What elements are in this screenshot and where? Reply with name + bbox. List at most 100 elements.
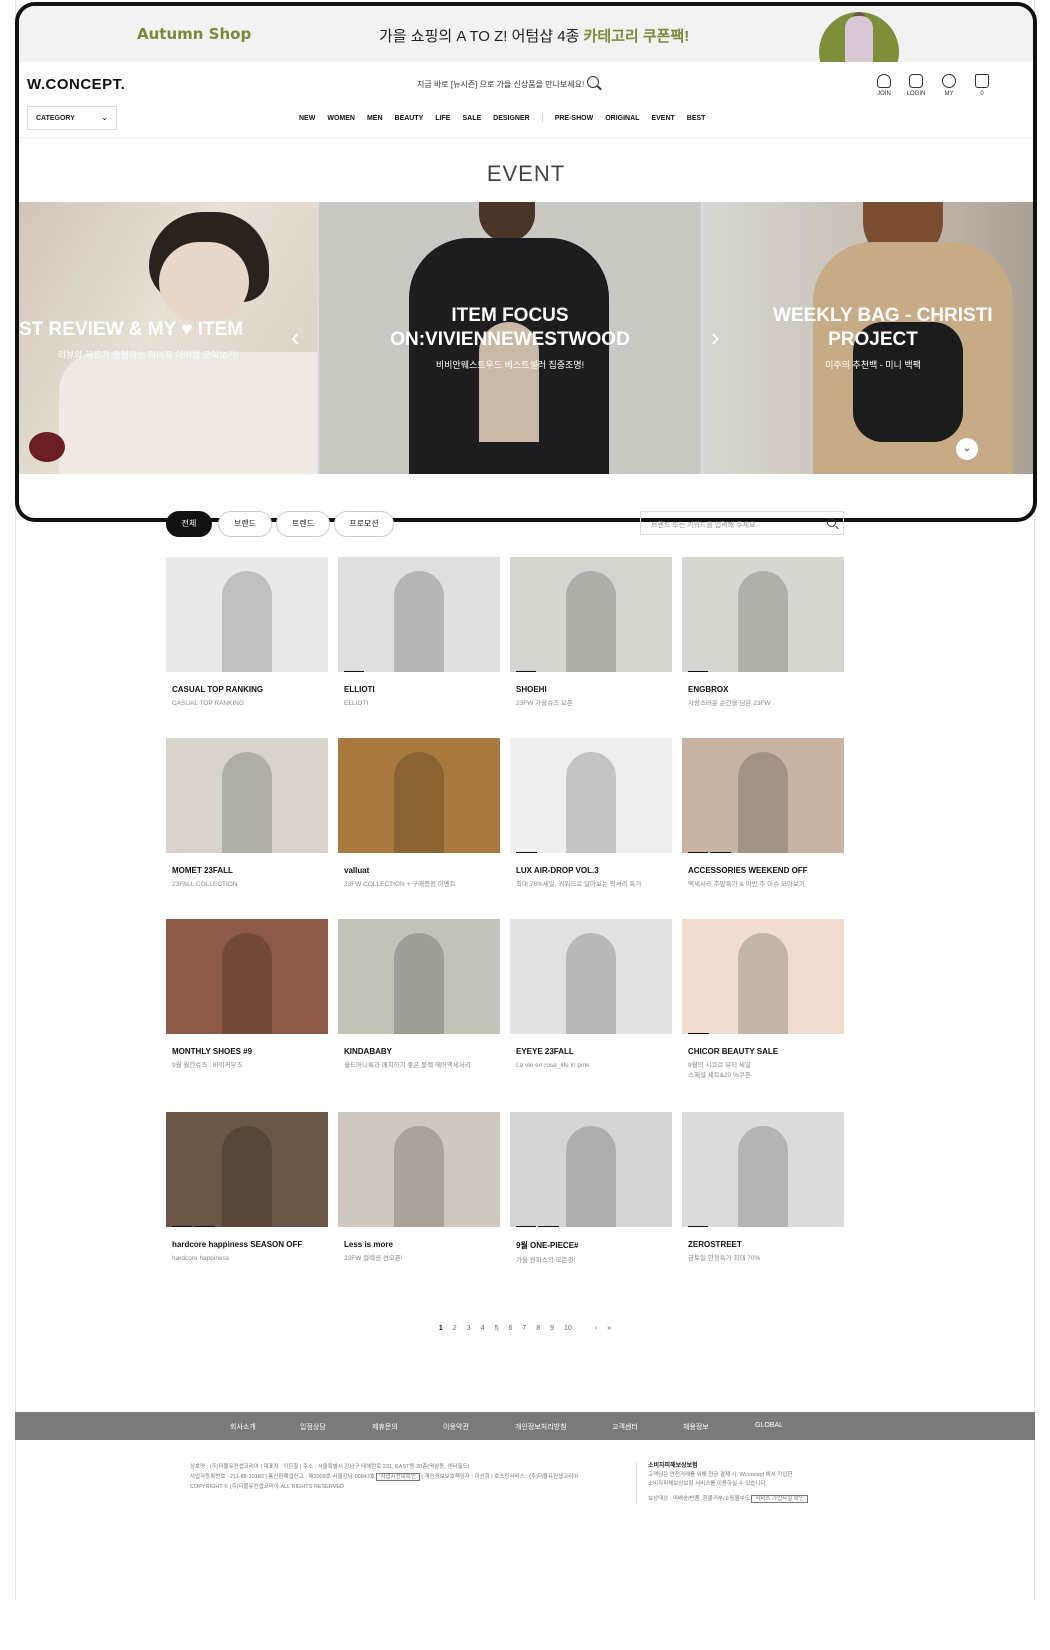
event-card-image[interactable] bbox=[338, 738, 500, 853]
event-card[interactable]: NEWSALE hardcore happiness SEASON OFF hard… bbox=[166, 1112, 328, 1264]
event-card-image[interactable] bbox=[166, 919, 328, 1034]
event-card[interactable]: SALE CHICOR BEAUTY SALE 9월의 시코르 뷰티 세일스페셜 세… bbox=[682, 919, 844, 1081]
event-card-image[interactable] bbox=[166, 738, 328, 853]
event-card-image[interactable]: NEW bbox=[338, 557, 500, 672]
event-card[interactable]: NEW SHOEHI 23FW 가을슈즈 오픈 bbox=[510, 557, 672, 709]
page-link[interactable]: 9 bbox=[550, 1325, 554, 1332]
header-search[interactable]: 지금 바로 [뉴시즌] 으로 가을 신상품을 만나보세요! bbox=[409, 73, 609, 95]
page-link[interactable]: 8 bbox=[536, 1325, 540, 1332]
nav-women[interactable]: WOMEN bbox=[327, 115, 355, 122]
event-card-title[interactable]: MONTHLY SHOES #9 bbox=[172, 1047, 328, 1056]
business-info-button[interactable]: 사업자정보확인 bbox=[376, 1473, 420, 1481]
page-link[interactable]: 6 bbox=[508, 1325, 512, 1332]
nav-beauty[interactable]: BEAUTY bbox=[395, 115, 424, 122]
footer-nav-link[interactable]: 회사소개 bbox=[230, 1422, 256, 1432]
event-card[interactable]: CASUAL TOP RANKING CASUAL TOP RANKING bbox=[166, 557, 328, 709]
join-button[interactable]: JOIN bbox=[869, 74, 899, 97]
last-page-icon[interactable]: » bbox=[607, 1325, 611, 1332]
search-icon[interactable] bbox=[587, 76, 599, 88]
event-card[interactable]: KINDABABY 울드머니룩과 매치하기 좋은 블랙 헤어액세서리 bbox=[338, 919, 500, 1071]
category-dropdown[interactable]: CATEGORY ⌄ bbox=[27, 106, 117, 130]
event-card-title[interactable]: CASUAL TOP RANKING bbox=[172, 685, 328, 694]
page-link[interactable]: 5 bbox=[495, 1325, 499, 1332]
event-card[interactable]: Less is more 23FW 컬렉션 선오픈! bbox=[338, 1112, 500, 1264]
footer-nav-link[interactable]: GLOBAL bbox=[755, 1422, 783, 1429]
event-card-title[interactable]: SHOEHI bbox=[516, 685, 672, 694]
carousel-next-arrow[interactable]: › bbox=[711, 322, 720, 353]
nav-sale[interactable]: SALE bbox=[462, 115, 481, 122]
page-link[interactable]: 1 bbox=[439, 1325, 443, 1332]
footer-nav-link[interactable]: 채용정보 bbox=[683, 1422, 709, 1432]
nav-event[interactable]: EVENT bbox=[651, 115, 674, 122]
nav-pre-show[interactable]: PRE-SHOW bbox=[555, 115, 594, 122]
chip-brand[interactable]: 브랜드 bbox=[218, 511, 272, 537]
event-card-title[interactable]: Less is more bbox=[344, 1240, 500, 1249]
event-card[interactable]: SALE LUX AIR-DROP VOL.3 최대 78%세일, 키워드로 알아보… bbox=[510, 738, 672, 890]
insurance-check-button[interactable]: 서비스 가입사실 확인 bbox=[751, 1495, 808, 1503]
footer-nav-link[interactable]: 고객센터 bbox=[612, 1422, 638, 1432]
event-card-image[interactable]: NEWSALE bbox=[166, 1112, 328, 1227]
chip-trend[interactable]: 트렌드 bbox=[276, 511, 330, 537]
page-link[interactable]: 10 bbox=[564, 1325, 572, 1332]
event-card-title[interactable]: MOMET 23FALL bbox=[172, 866, 328, 875]
promo-banner[interactable]: Autumn Shop 가을 쇼핑의 A TO Z! 어텀샵 4종 카테고리 쿠… bbox=[19, 6, 1033, 92]
event-carousel[interactable]: ST REVIEW & MY ♥ ITEM 리뷰와 하트가 증명하는 라이프 아… bbox=[19, 202, 1033, 474]
footer-nav-link[interactable]: 제휴문의 bbox=[372, 1422, 398, 1432]
my-button[interactable]: MY bbox=[934, 74, 964, 97]
carousel-slide-weekly-bag[interactable]: WEEKLY BAG - CHRISTI PROJECT 이주의 추천백 - 미… bbox=[703, 202, 1033, 474]
scroll-down-button[interactable]: ⌄ bbox=[956, 438, 978, 460]
cart-button[interactable]: 0 bbox=[967, 74, 997, 97]
event-card-title[interactable]: ACCESSORIES WEEKEND OFF bbox=[688, 866, 844, 875]
event-card[interactable]: NEW ZEROSTREET 금토일 한정특가 최대 70% bbox=[682, 1112, 844, 1264]
next-page-icon[interactable]: › bbox=[595, 1325, 597, 1332]
event-card[interactable]: valluat 23FW COLLECTION + 구매증정 이벤트 bbox=[338, 738, 500, 890]
event-card-image[interactable] bbox=[338, 919, 500, 1034]
event-card-title[interactable]: CHICOR BEAUTY SALE bbox=[688, 1047, 844, 1056]
event-card-image[interactable]: SALE bbox=[510, 738, 672, 853]
nav-designer[interactable]: DESIGNER bbox=[493, 115, 530, 122]
nav-life[interactable]: LIFE bbox=[435, 115, 450, 122]
event-card[interactable]: MONTHLY SHOES #9 9월 월간슈즈 : 바이커부츠 bbox=[166, 919, 328, 1071]
carousel-slide-vivienne[interactable]: ITEM FOCUS ON:VIVIENNEWESTWOOD 비비안웨스트우드 … bbox=[319, 202, 701, 474]
page-link[interactable]: 7 bbox=[522, 1325, 526, 1332]
event-card-title[interactable]: KINDABABY bbox=[344, 1047, 500, 1056]
search-icon[interactable] bbox=[827, 518, 836, 527]
event-card[interactable]: NEW ELLIOTI ELLIOTI bbox=[338, 557, 500, 709]
site-logo[interactable]: W.CONCEPT. bbox=[27, 76, 125, 93]
page-link[interactable]: 4 bbox=[481, 1325, 485, 1332]
event-card-title[interactable]: LUX AIR-DROP VOL.3 bbox=[516, 866, 672, 875]
event-card-title[interactable]: valluat bbox=[344, 866, 500, 875]
page-link[interactable]: 3 bbox=[467, 1325, 471, 1332]
event-search-input[interactable]: 브랜드 또는 키워드를 입력해 주세요. bbox=[640, 511, 844, 535]
nav-original[interactable]: ORIGINAL bbox=[605, 115, 639, 122]
event-card[interactable]: NEWSALE 9월 ONE-PIECE# 가을 원피스의 모든것! bbox=[510, 1112, 672, 1266]
chip-promotion[interactable]: 프로모션 bbox=[334, 511, 394, 537]
event-card-title[interactable]: ZEROSTREET bbox=[688, 1240, 844, 1249]
nav-best[interactable]: BEST bbox=[687, 115, 706, 122]
event-card-image[interactable]: NEW bbox=[682, 557, 844, 672]
event-card-image[interactable]: NEWSALE bbox=[682, 738, 844, 853]
footer-nav-link[interactable]: 개인정보처리방침 bbox=[515, 1422, 567, 1432]
event-card-title[interactable]: ENGBROX bbox=[688, 685, 844, 694]
event-card-title[interactable]: hardcore happiness SEASON OFF bbox=[172, 1240, 328, 1249]
event-card-image[interactable]: NEW bbox=[510, 557, 672, 672]
footer-nav-link[interactable]: 입점상담 bbox=[300, 1422, 326, 1432]
chip-all[interactable]: 전체 bbox=[166, 511, 212, 537]
event-card-image[interactable]: NEWSALE bbox=[510, 1112, 672, 1227]
event-card[interactable]: NEWSALE ACCESSORIES WEEKEND OFF 액세서리 주말특가 … bbox=[682, 738, 844, 890]
event-card-title[interactable]: 9월 ONE-PIECE# bbox=[516, 1240, 672, 1251]
event-card-image[interactable]: NEW bbox=[682, 1112, 844, 1227]
event-card-image[interactable] bbox=[510, 919, 672, 1034]
login-button[interactable]: LOGIN bbox=[901, 74, 931, 97]
event-card[interactable]: MOMET 23FALL 23FALL COLLECTION bbox=[166, 738, 328, 890]
event-card[interactable]: EYEYE 23FALL La vie en rose_life in pink bbox=[510, 919, 672, 1071]
page-link[interactable]: 2 bbox=[453, 1325, 457, 1332]
event-card-image[interactable] bbox=[338, 1112, 500, 1227]
event-card-image[interactable]: SALE bbox=[682, 919, 844, 1034]
event-card-title[interactable]: EYEYE 23FALL bbox=[516, 1047, 672, 1056]
event-card-title[interactable]: ELLIOTI bbox=[344, 685, 500, 694]
carousel-prev-arrow[interactable]: ‹ bbox=[291, 322, 300, 353]
nav-men[interactable]: MEN bbox=[367, 115, 383, 122]
event-card-image[interactable] bbox=[166, 557, 328, 672]
carousel-slide-review[interactable]: ST REVIEW & MY ♥ ITEM 리뷰와 하트가 증명하는 라이프 아… bbox=[19, 202, 317, 474]
